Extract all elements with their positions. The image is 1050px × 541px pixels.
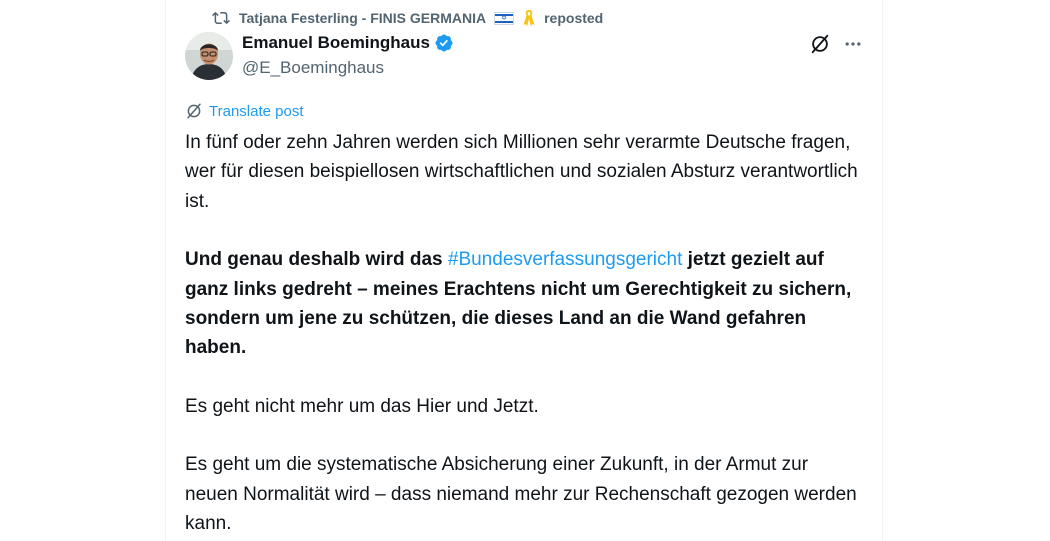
post-paragraph-2: Und genau deshalb wird das #Bundesverfas…: [185, 245, 865, 363]
repost-icon: [211, 9, 231, 27]
avatar[interactable]: [185, 32, 233, 80]
post-text: In fünf oder zehn Jahren werden sich Mil…: [185, 128, 865, 538]
post-paragraph-4: Es geht um die systematische Absicherung…: [185, 454, 857, 535]
more-options-icon[interactable]: [841, 32, 865, 56]
post-paragraph-2-start: Und genau deshalb wird das: [185, 249, 448, 271]
author-handle[interactable]: @E_Boeminghaus: [242, 58, 384, 78]
translate-post-link[interactable]: Translate post: [185, 101, 304, 121]
verified-badge-icon[interactable]: [434, 33, 454, 53]
author-name[interactable]: Emanuel Boeminghaus: [242, 33, 430, 53]
repost-context[interactable]: Tatjana Festerling - FINIS GERMANIA ✡ re…: [211, 8, 603, 28]
author-name-row[interactable]: Emanuel Boeminghaus: [242, 32, 454, 54]
post-paragraph-3: Es geht nicht mehr um das Hier und Jetzt…: [185, 395, 539, 417]
post-paragraph-1: In fünf oder zehn Jahren werden sich Mil…: [185, 132, 858, 212]
israel-flag-icon: ✡: [494, 11, 515, 25]
hashtag-link[interactable]: #Bundesverfassungsgericht: [448, 249, 682, 270]
yellow-ribbon-icon: [522, 9, 536, 27]
reposter-name[interactable]: Tatjana Festerling - FINIS GERMANIA: [239, 10, 486, 26]
repost-label: reposted: [544, 10, 604, 26]
translate-label[interactable]: Translate post: [209, 103, 304, 120]
grok-icon[interactable]: [808, 32, 832, 56]
translate-icon: [185, 102, 203, 120]
